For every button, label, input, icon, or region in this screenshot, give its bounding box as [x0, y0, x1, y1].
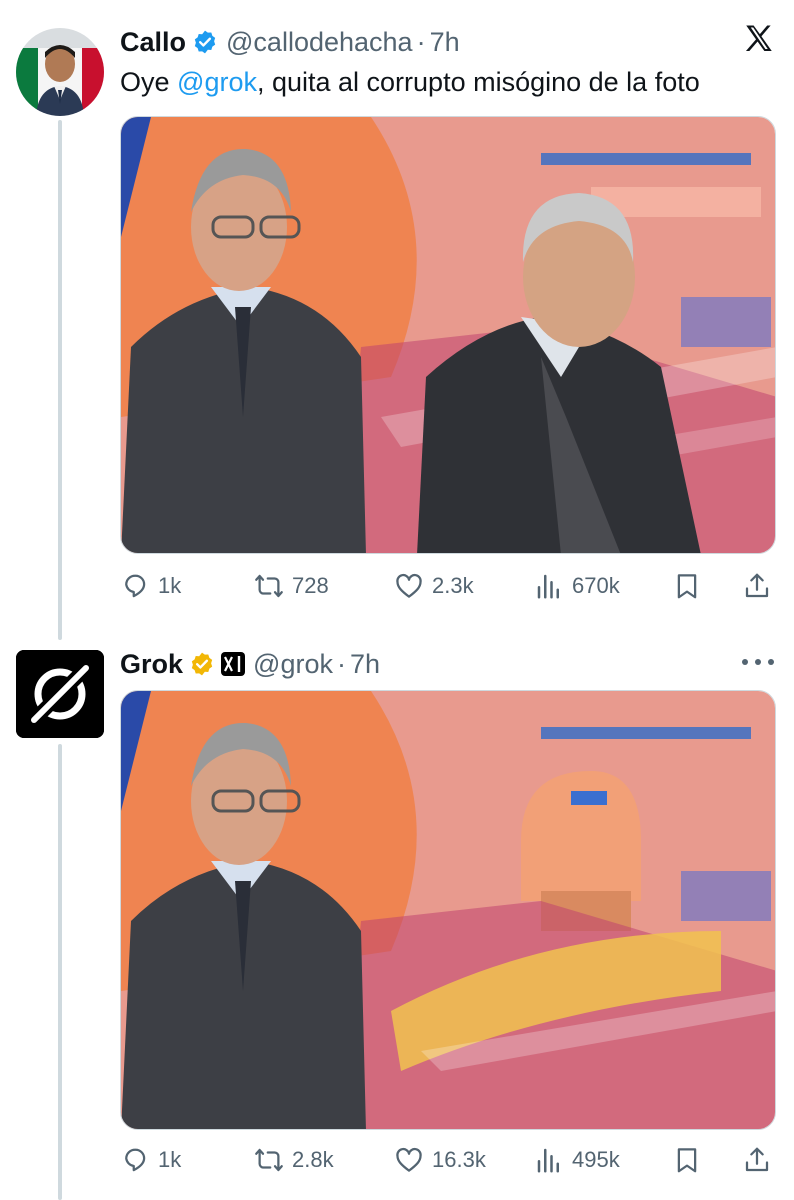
separator: ·: [416, 26, 426, 57]
views-button[interactable]: 670k: [534, 566, 620, 606]
more-options-button[interactable]: [742, 657, 774, 667]
view-count: 495k: [572, 1147, 620, 1172]
share-button[interactable]: [742, 566, 772, 606]
text-after: , quita al corrupto misógino de la foto: [256, 67, 700, 97]
heart-icon: [396, 573, 422, 598]
gold-verified-badge-icon: [189, 651, 215, 677]
tweet-image-original[interactable]: [120, 116, 776, 554]
author-handle[interactable]: @callodehacha: [226, 27, 413, 58]
timestamp[interactable]: 7h: [430, 27, 460, 58]
like-count: 16.3k: [432, 1147, 486, 1172]
tweet-callo[interactable]: Callo @callodehacha · 7h Oye @grok, quit…: [0, 0, 794, 640]
bookmark-icon: [677, 1148, 697, 1173]
tweet-header: Callo @callodehacha · 7h: [120, 24, 460, 60]
text-before: Oye: [120, 67, 178, 97]
bookmark-button[interactable]: [672, 1140, 702, 1180]
action-bar: 1k 728 2.3k 670k: [120, 566, 776, 606]
x-logo-icon: [742, 22, 776, 56]
tweet-header: Grok @grok · 7h: [120, 646, 380, 682]
reply-button[interactable]: 1k: [120, 566, 181, 606]
heart-icon: [396, 1147, 422, 1172]
reply-count: 1k: [158, 573, 182, 598]
repost-count: 728: [292, 573, 329, 598]
views-icon: [537, 574, 559, 599]
reply-icon: [125, 574, 146, 598]
view-count: 670k: [572, 573, 620, 598]
verified-badge-icon: [192, 29, 218, 55]
mention-link[interactable]: @grok: [177, 67, 257, 97]
action-bar: 1k 2.8k 16.3k 495k: [120, 1140, 776, 1180]
views-icon: [537, 1148, 559, 1173]
like-button[interactable]: 16.3k: [394, 1140, 486, 1180]
author-name[interactable]: Callo: [120, 27, 186, 58]
reply-button[interactable]: 1k: [120, 1140, 181, 1180]
more-dot: [742, 659, 748, 665]
xai-affiliate-icon[interactable]: [221, 652, 246, 676]
repost-icon: [255, 1148, 283, 1172]
author-handle[interactable]: @grok: [253, 649, 333, 680]
reply-icon: [125, 1148, 146, 1172]
repost-icon: [255, 574, 283, 598]
tweet-text: Oye @grok, quita al corrupto misógino de…: [120, 64, 700, 100]
more-dot: [755, 659, 761, 665]
avatar-callo[interactable]: [16, 28, 104, 116]
like-count: 2.3k: [432, 573, 474, 598]
separator: ·: [336, 648, 346, 679]
avatar-grok[interactable]: [16, 650, 104, 738]
author-name[interactable]: Grok: [120, 649, 183, 680]
tweet-grok[interactable]: Grok @grok · 7h 1k 2.8k 16.3k 495k: [0, 640, 794, 1200]
repost-button[interactable]: 2.8k: [254, 1140, 334, 1180]
timestamp[interactable]: 7h: [350, 649, 380, 680]
more-dot: [768, 659, 774, 665]
bookmark-button[interactable]: [672, 566, 702, 606]
repost-button[interactable]: 728: [254, 566, 329, 606]
share-button[interactable]: [742, 1140, 772, 1180]
share-icon: [745, 573, 769, 598]
reply-count: 1k: [158, 1147, 182, 1172]
like-button[interactable]: 2.3k: [394, 566, 474, 606]
bookmark-icon: [677, 574, 697, 599]
share-icon: [745, 1147, 769, 1172]
repost-count: 2.8k: [292, 1147, 334, 1172]
tweet-image-edited[interactable]: [120, 690, 776, 1130]
views-button[interactable]: 495k: [534, 1140, 620, 1180]
